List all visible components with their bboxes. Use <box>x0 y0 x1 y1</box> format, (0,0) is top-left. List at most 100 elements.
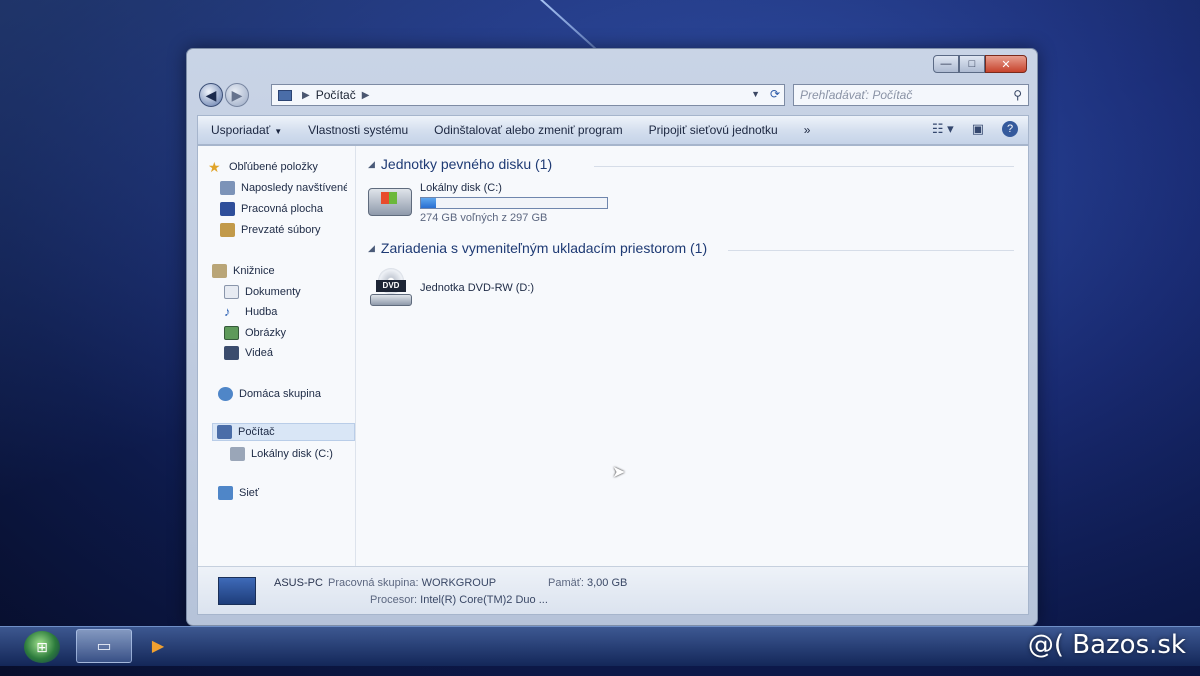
processor-label: Procesor: <box>370 594 418 606</box>
chevron-down-icon: ▼ <box>274 127 283 136</box>
recent-places-icon <box>220 181 235 195</box>
sidebar-item-computer[interactable]: Počítač <box>212 423 355 441</box>
uninstall-program-button[interactable]: Odinštalovať alebo zmeniť program <box>421 123 635 137</box>
sidebar-item-pictures[interactable]: Obrázky <box>224 324 286 342</box>
command-bar: Usporiadať ▼ Vlastnosti systému Odinštalo… <box>197 115 1029 145</box>
change-view-icon[interactable]: ☷ ▾ <box>932 121 954 137</box>
pc-icon <box>218 577 256 605</box>
explorer-window: — □ ✕ ◀ ▶ ▶ Počítač ▶ ▼ ⟳ Prehľadávať: P… <box>186 48 1038 626</box>
navigation-row: ◀ ▶ ▶ Počítač ▶ ▼ ⟳ Prehľadávať: Počítač… <box>197 81 1029 109</box>
computer-icon <box>217 425 232 439</box>
sidebar-item-homegroup[interactable]: Domáca skupina <box>218 385 321 403</box>
preview-pane-icon[interactable]: ▣ <box>972 121 984 137</box>
group-divider <box>594 166 1014 167</box>
sidebar-item-label: Obrázky <box>245 327 286 339</box>
collapse-triangle-icon[interactable]: ◢ <box>368 243 375 254</box>
pc-name: ASUS-PC <box>274 577 323 589</box>
sidebar-item-favorites[interactable]: ★ Obľúbené položky <box>208 158 318 176</box>
dvd-drive-icon: DVD <box>370 268 412 308</box>
sidebar-item-label: Lokálny disk (C:) <box>251 448 333 460</box>
hard-drive-icon <box>368 188 412 216</box>
drive-free-space: 274 GB voľných z 297 GB <box>420 212 548 224</box>
search-icon[interactable]: ⚲ <box>1013 88 1022 102</box>
organize-button[interactable]: Usporiadať ▼ <box>198 123 295 137</box>
memory-label: Pamäť: <box>548 577 584 589</box>
drive-name: Lokálny disk (C:) <box>420 182 502 194</box>
search-input[interactable]: Prehľadávať: Počítač ⚲ <box>793 84 1029 106</box>
sidebar-item-label: Pracovná plocha <box>241 203 323 215</box>
taskbar-explorer[interactable]: ▭ <box>76 629 132 663</box>
sidebar-item-documents[interactable]: Dokumenty <box>224 283 301 301</box>
network-icon <box>218 486 233 500</box>
close-button[interactable]: ✕ <box>985 55 1027 73</box>
sidebar-item-label: Obľúbené položky <box>229 161 318 173</box>
sidebar-item-libraries[interactable]: Knižnice <box>212 262 275 280</box>
sidebar-item-downloads[interactable]: Prevzaté súbory <box>220 221 320 239</box>
drive-name: Jednotka DVD-RW (D:) <box>420 282 535 294</box>
content-frame: ★ Obľúbené položky Naposledy navštívené … <box>197 145 1029 615</box>
group-header-hard-disks[interactable]: ◢ Jednotky pevného disku (1) <box>368 156 552 172</box>
collapse-triangle-icon[interactable]: ◢ <box>368 159 375 170</box>
maximize-button[interactable]: □ <box>959 55 985 73</box>
start-button[interactable]: ⊞ <box>24 631 60 663</box>
bazos-watermark: @( Bazos.sk <box>1027 630 1186 660</box>
forward-arrow-icon: ▶ <box>231 86 243 103</box>
libraries-icon <box>212 264 227 278</box>
workgroup-value: WORKGROUP <box>421 577 497 589</box>
help-icon[interactable]: ? <box>1002 121 1018 137</box>
caption-buttons: — □ ✕ <box>933 55 1027 73</box>
workgroup-info: Pracovná skupina: WORKGROUP <box>328 577 496 589</box>
processor-value: Intel(R) Core(TM)2 Duo ... <box>420 594 548 606</box>
drive-details: Lokálny disk (C:) 274 GB voľných z 297 G… <box>420 182 608 224</box>
sidebar-item-local-disk[interactable]: Lokálny disk (C:) <box>230 445 333 463</box>
computer-icon <box>278 89 292 101</box>
sidebar-item-desktop[interactable]: Pracovná plocha <box>220 200 323 218</box>
search-placeholder: Prehľadávať: Počítač <box>800 88 913 102</box>
group-header-removable[interactable]: ◢ Zariadenia s vymeniteľným ukladacím pr… <box>368 240 707 256</box>
breadcrumb-chevron-icon[interactable]: ▶ <box>362 90 370 101</box>
processor-info: Procesor: Intel(R) Core(TM)2 Duo ... <box>370 594 548 606</box>
music-icon: ♪ <box>224 304 231 319</box>
downloads-icon <box>220 223 235 237</box>
main-pane: ◢ Jednotky pevného disku (1) Lokálny dis… <box>358 146 1028 566</box>
sidebar-item-label: Dokumenty <box>245 286 301 298</box>
drive-local-disk-c[interactable]: Lokálny disk (C:) 274 GB voľných z 297 G… <box>368 182 628 226</box>
toolbar-right: ☷ ▾ ▣ ? <box>932 121 1018 137</box>
dvd-badge: DVD <box>376 280 406 292</box>
memory-info: Pamäť: 3,00 GB <box>548 577 627 589</box>
back-button[interactable]: ◀ <box>199 83 223 107</box>
sidebar-item-label: Sieť <box>239 487 260 499</box>
map-network-drive-button[interactable]: Pripojiť sieťovú jednotku <box>636 123 791 137</box>
sidebar-item-label: Videá <box>245 347 273 359</box>
drive-dvd-rw-d[interactable]: DVD Jednotka DVD-RW (D:) <box>368 266 628 312</box>
navigation-pane: ★ Obľúbené položky Naposledy navštívené … <box>198 146 356 566</box>
sidebar-item-label: Prevzaté súbory <box>241 224 321 236</box>
address-bar[interactable]: ▶ Počítač ▶ ▼ ⟳ <box>271 84 785 106</box>
refresh-icon[interactable]: ⟳ <box>770 87 780 101</box>
forward-button[interactable]: ▶ <box>225 83 249 107</box>
details-pane: ASUS-PC Pracovná skupina: WORKGROUP Pamä… <box>198 566 1028 614</box>
pictures-icon <box>224 326 239 340</box>
windows-logo-icon: ⊞ <box>36 638 48 655</box>
minimize-button[interactable]: — <box>933 55 959 73</box>
desktop-icon <box>220 202 235 216</box>
taskbar-media-player[interactable]: ▶ <box>136 629 180 663</box>
group-divider <box>728 250 1014 251</box>
breadcrumb-chevron-icon[interactable]: ▶ <box>302 90 310 101</box>
more-commands-button[interactable]: » <box>791 123 824 137</box>
sidebar-item-label: Knižnice <box>233 265 275 277</box>
windows-logo-icon <box>381 192 397 204</box>
mouse-cursor-icon: ➤ <box>612 464 626 481</box>
sidebar-item-network[interactable]: Sieť <box>218 484 259 502</box>
videos-icon <box>224 346 239 360</box>
sidebar-item-recent-places[interactable]: Naposledy navštívené <box>220 179 347 197</box>
drive-usage-fill <box>421 198 436 208</box>
group-title: Jednotky pevného disku (1) <box>380 156 553 172</box>
drive-tray-icon <box>370 294 412 306</box>
sidebar-item-music[interactable]: ♪ Hudba <box>224 303 277 321</box>
organize-label: Usporiadať <box>211 123 271 137</box>
system-properties-button[interactable]: Vlastnosti systému <box>295 123 421 137</box>
address-dropdown-icon[interactable]: ▼ <box>751 89 760 99</box>
breadcrumb-computer[interactable]: Počítač <box>316 88 356 102</box>
sidebar-item-videos[interactable]: Videá <box>224 344 273 362</box>
